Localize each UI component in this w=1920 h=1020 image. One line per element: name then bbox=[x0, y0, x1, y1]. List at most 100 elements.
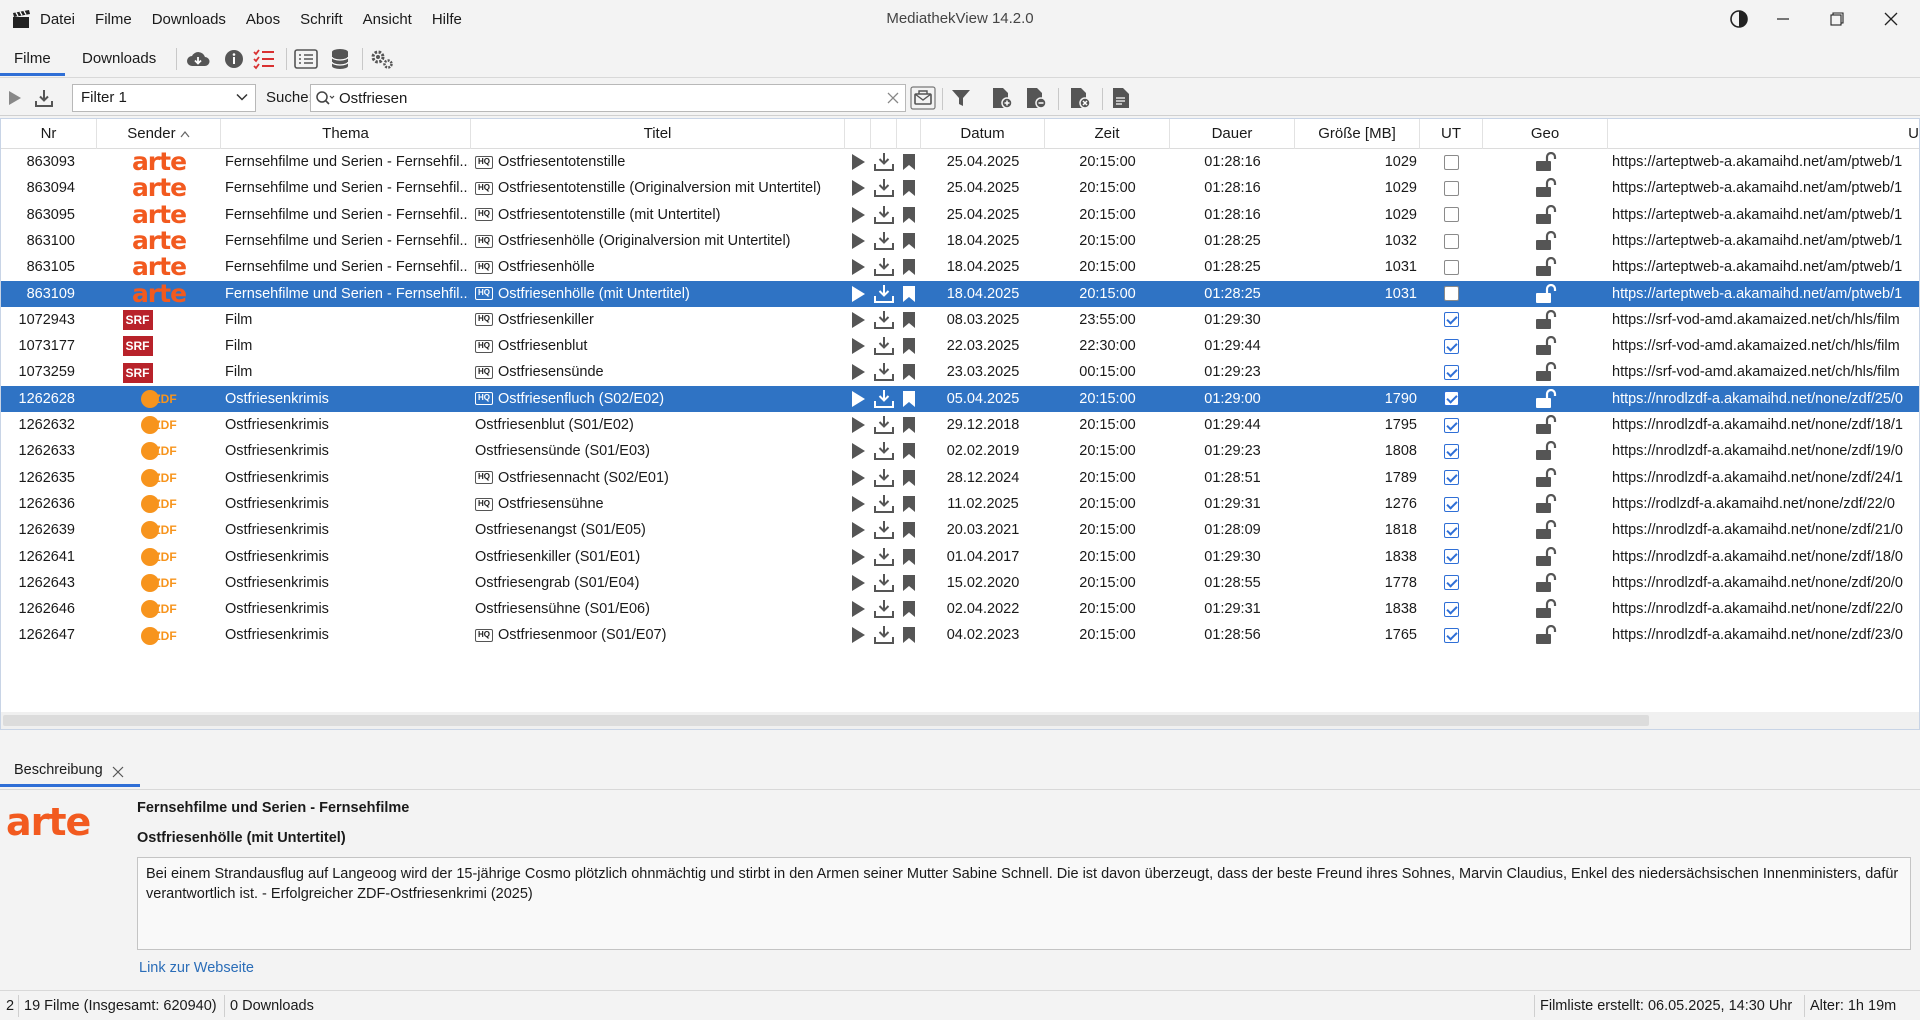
cell-url[interactable]: https://rodlzdf-a.akamaihd.net/none/zdf/… bbox=[1612, 491, 1919, 517]
column-header-datum[interactable]: Datum bbox=[921, 119, 1045, 149]
list-view-icon[interactable] bbox=[294, 48, 318, 70]
bookmark-icon[interactable] bbox=[901, 442, 917, 460]
search-options-icon[interactable] bbox=[910, 86, 936, 110]
description-text[interactable]: Bei einem Strandausflug auf Langeoog wir… bbox=[137, 857, 1911, 950]
cloud-download-icon[interactable] bbox=[186, 48, 210, 70]
bookmark-icon[interactable] bbox=[901, 179, 917, 197]
ut-checkbox[interactable] bbox=[1444, 180, 1459, 196]
column-header-groesse[interactable]: Größe [MB] bbox=[1295, 119, 1420, 149]
download-icon[interactable] bbox=[873, 178, 895, 198]
table-row[interactable]: 863093 arte Fernsehfilme und Serien - Fern… bbox=[1, 149, 1919, 175]
play-icon[interactable] bbox=[849, 626, 867, 644]
play-icon[interactable] bbox=[849, 179, 867, 197]
ut-checkbox[interactable] bbox=[1444, 286, 1459, 302]
bookmark-icon[interactable] bbox=[901, 521, 917, 539]
checklist-icon[interactable] bbox=[252, 48, 276, 70]
play-icon[interactable] bbox=[849, 548, 867, 566]
download-icon[interactable] bbox=[873, 336, 895, 356]
cell-url[interactable]: https://nrodlzdf-a.akamaihd.net/none/zdf… bbox=[1612, 596, 1919, 622]
cell-url[interactable]: https://srf-vod-amd.akamaized.net/ch/hls… bbox=[1612, 333, 1919, 359]
download-icon[interactable] bbox=[873, 520, 895, 540]
table-row[interactable]: 1262647 zdf Ostfriesenkrimis HQ Ostfriesenmo… bbox=[1, 622, 1919, 648]
download-icon[interactable] bbox=[873, 231, 895, 251]
close-icon[interactable] bbox=[112, 766, 124, 778]
tab-downloads[interactable]: Downloads bbox=[68, 44, 170, 76]
filter-select[interactable]: Filter 1 bbox=[72, 84, 256, 112]
column-header-dauer[interactable]: Dauer bbox=[1170, 119, 1295, 149]
minimize-button[interactable] bbox=[1760, 0, 1806, 38]
ut-checkbox[interactable] bbox=[1444, 312, 1459, 328]
bookmark-icon[interactable] bbox=[901, 285, 917, 303]
bookmark-icon[interactable] bbox=[901, 258, 917, 276]
ut-checkbox[interactable] bbox=[1444, 154, 1459, 170]
table-row[interactable]: 1262641 zdf Ostfriesenkrimis Ostfriesenkill… bbox=[1, 544, 1919, 570]
column-header-play[interactable] bbox=[845, 119, 871, 149]
play-icon[interactable] bbox=[6, 89, 24, 107]
menu-schrift[interactable]: Schrift bbox=[300, 11, 343, 28]
bookmark-icon[interactable] bbox=[901, 600, 917, 618]
cell-url[interactable]: https://nrodlzdf-a.akamaihd.net/none/zdf… bbox=[1612, 622, 1919, 648]
ut-checkbox[interactable] bbox=[1444, 443, 1459, 459]
play-icon[interactable] bbox=[849, 416, 867, 434]
bookmark-icon[interactable] bbox=[901, 363, 917, 381]
table-row[interactable]: 1262632 zdf Ostfriesenkrimis Ostfriesenblut… bbox=[1, 412, 1919, 438]
play-icon[interactable] bbox=[849, 153, 867, 171]
cell-url[interactable]: https://nrodlzdf-a.akamaihd.net/none/zdf… bbox=[1612, 570, 1919, 596]
delete-filter-icon[interactable] bbox=[1068, 86, 1092, 110]
database-icon[interactable] bbox=[328, 48, 352, 70]
bookmark-icon[interactable] bbox=[901, 574, 917, 592]
menu-filme[interactable]: Filme bbox=[95, 11, 132, 28]
menu-ansicht[interactable]: Ansicht bbox=[363, 11, 412, 28]
website-link[interactable]: Link zur Webseite bbox=[139, 960, 254, 976]
menu-abos[interactable]: Abos bbox=[246, 11, 280, 28]
table-row[interactable]: 1073259 srf Film HQ Ostfriesensünde 23.03.202… bbox=[1, 359, 1919, 385]
play-icon[interactable] bbox=[849, 311, 867, 329]
cell-url[interactable]: https://arteptweb-a.akamaihd.net/am/ptwe… bbox=[1612, 254, 1919, 280]
bookmark-icon[interactable] bbox=[901, 626, 917, 644]
play-icon[interactable] bbox=[849, 574, 867, 592]
table-row[interactable]: 1262646 zdf Ostfriesenkrimis Ostfriesensühn… bbox=[1, 596, 1919, 622]
bookmark-icon[interactable] bbox=[901, 495, 917, 513]
download-icon[interactable] bbox=[873, 310, 895, 330]
download-icon[interactable] bbox=[873, 415, 895, 435]
download-icon[interactable] bbox=[873, 205, 895, 225]
cell-url[interactable]: https://arteptweb-a.akamaihd.net/am/ptwe… bbox=[1612, 281, 1919, 307]
column-header-download[interactable] bbox=[871, 119, 897, 149]
cell-url[interactable]: https://srf-vod-amd.akamaized.net/ch/hls… bbox=[1612, 307, 1919, 333]
play-icon[interactable] bbox=[849, 258, 867, 276]
bookmark-icon[interactable] bbox=[901, 153, 917, 171]
search-input[interactable]: Ostfriesen bbox=[310, 84, 906, 112]
document-icon[interactable] bbox=[1110, 86, 1132, 110]
play-icon[interactable] bbox=[849, 495, 867, 513]
cell-url[interactable]: https://arteptweb-a.akamaihd.net/am/ptwe… bbox=[1612, 202, 1919, 228]
cell-url[interactable]: https://nrodlzdf-a.akamaihd.net/none/zdf… bbox=[1612, 438, 1919, 464]
filter-icon[interactable] bbox=[950, 87, 972, 109]
download-icon[interactable] bbox=[873, 573, 895, 593]
cell-url[interactable]: https://arteptweb-a.akamaihd.net/am/ptwe… bbox=[1612, 175, 1919, 201]
bookmark-icon[interactable] bbox=[901, 390, 917, 408]
table-row[interactable]: 1262635 zdf Ostfriesenkrimis HQ Ostfriesenna… bbox=[1, 465, 1919, 491]
download-icon[interactable] bbox=[873, 389, 895, 409]
ut-checkbox[interactable] bbox=[1444, 496, 1459, 512]
close-button[interactable] bbox=[1868, 0, 1914, 38]
table-row[interactable]: 1262628 zdf Ostfriesenkrimis HQ Ostfriesenfl… bbox=[1, 385, 1919, 412]
menu-downloads[interactable]: Downloads bbox=[152, 11, 226, 28]
ut-checkbox[interactable] bbox=[1444, 628, 1459, 644]
play-icon[interactable] bbox=[849, 206, 867, 224]
menu-hilfe[interactable]: Hilfe bbox=[432, 11, 462, 28]
bookmark-icon[interactable] bbox=[901, 469, 917, 487]
ut-checkbox[interactable] bbox=[1444, 417, 1459, 433]
table-row[interactable]: 1262643 zdf Ostfriesenkrimis Ostfriesengrab… bbox=[1, 570, 1919, 596]
table-row[interactable]: 1262636 zdf Ostfriesenkrimis HQ Ostfriesensü… bbox=[1, 491, 1919, 517]
ut-checkbox[interactable] bbox=[1444, 207, 1459, 223]
cell-url[interactable]: https://arteptweb-a.akamaihd.net/am/ptwe… bbox=[1612, 228, 1919, 254]
cell-url[interactable]: https://srf-vod-amd.akamaized.net/ch/hls… bbox=[1612, 359, 1919, 385]
bookmark-icon[interactable] bbox=[901, 548, 917, 566]
column-header-zeit[interactable]: Zeit bbox=[1045, 119, 1170, 149]
download-icon[interactable] bbox=[873, 284, 895, 304]
add-filter-icon[interactable] bbox=[990, 86, 1014, 110]
ut-checkbox[interactable] bbox=[1444, 470, 1459, 486]
download-icon[interactable] bbox=[873, 468, 895, 488]
table-row[interactable]: 863095 arte Fernsehfilme und Serien - Fern… bbox=[1, 201, 1919, 228]
bookmark-icon[interactable] bbox=[901, 337, 917, 355]
